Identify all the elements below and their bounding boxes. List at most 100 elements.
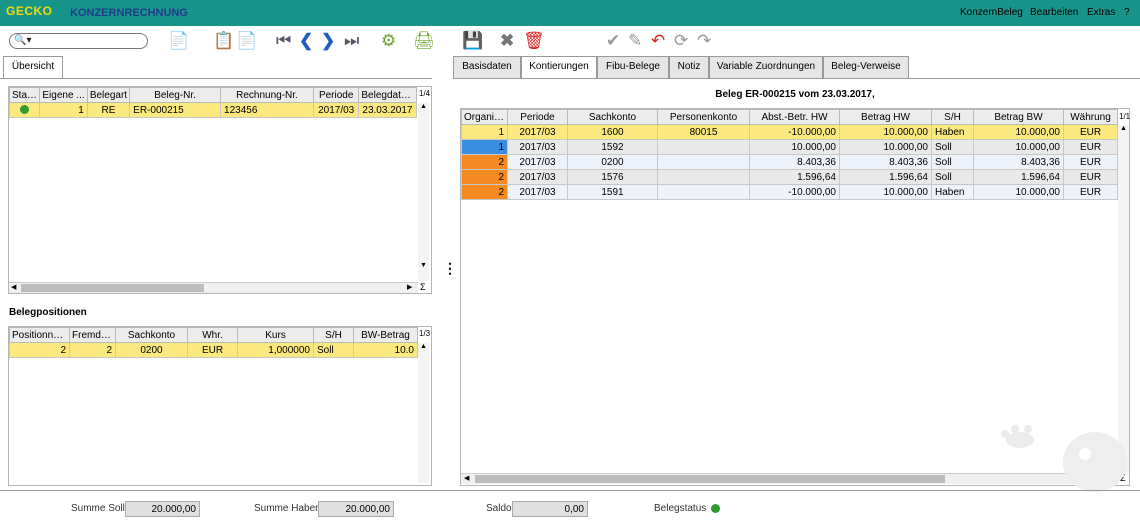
- col-fremde[interactable]: Fremde ...: [69, 327, 116, 343]
- belegstatus-icon: [711, 504, 720, 513]
- tab-beleg-verweise[interactable]: Beleg-Verweise: [823, 56, 909, 78]
- tab-basisdaten[interactable]: Basisdaten: [453, 56, 521, 78]
- menu-konzernbeleg[interactable]: KonzernBeleg: [960, 7, 1023, 18]
- overview-vscroll[interactable]: ▲ ▼: [418, 103, 429, 281]
- cancel-icon[interactable]: ✖: [500, 31, 514, 51]
- edit-icon[interactable]: ✎: [628, 31, 642, 51]
- col-sachkonto[interactable]: Sachkonto: [567, 109, 658, 125]
- kurs-cell: 1,000000: [237, 342, 314, 358]
- col-eigene[interactable]: Eigene ...: [39, 87, 88, 103]
- previous-record-icon[interactable]: ❮: [299, 31, 313, 51]
- print-icon[interactable]: 🖨: [413, 31, 435, 51]
- scroll-thumb[interactable]: [21, 284, 204, 292]
- col-status[interactable]: Status: [8, 87, 41, 103]
- org-cell: 1: [461, 124, 508, 140]
- last-record-icon[interactable]: ⏭: [344, 31, 359, 51]
- sachkonto-cell: 0200: [115, 342, 188, 358]
- tab-kontierungen[interactable]: Kontierungen: [521, 56, 597, 79]
- table-row[interactable]: 2 2 0200 EUR 1,000000 Soll 10.0: [9, 342, 418, 358]
- periode-cell: 2017/03: [312, 102, 360, 118]
- sh-cell: Haben: [931, 124, 974, 140]
- summe-soll-label: Summe Soll: [71, 503, 125, 514]
- col-positionnummer[interactable]: Positionnu...: [9, 327, 70, 343]
- betrag-hw-cell: 10.000,00: [839, 184, 932, 200]
- kontierung-table: Organis... Periode Sachkonto Personenkon…: [461, 109, 1118, 200]
- summe-haben-field: 20.000,00: [318, 501, 394, 517]
- tab-notiz[interactable]: Notiz: [669, 56, 709, 78]
- col-abst-betr-hw[interactable]: Abst.-Betr. HW: [749, 109, 840, 125]
- betrag-hw-cell: 8.403,36: [839, 154, 932, 170]
- sachkonto-cell: 0200: [567, 154, 658, 170]
- table-row[interactable]: 1 RE ER-000215 123456 2017/03 23.03.2017: [8, 102, 417, 118]
- table-row[interactable]: 2 2017/03 1591 -10.000,00 10.000,00 Habe…: [461, 184, 1118, 200]
- personenkonto-cell: [657, 154, 750, 170]
- col-beleg-nr[interactable]: Beleg-Nr.: [129, 87, 222, 103]
- fremde-cell: 2: [69, 342, 116, 358]
- copy-icon[interactable]: 📋: [213, 31, 234, 51]
- redo-icon[interactable]: ↷: [697, 31, 711, 51]
- sh-cell: Soll: [931, 139, 974, 155]
- tab-divider: [0, 78, 432, 79]
- col-rechnung-nr[interactable]: Rechnung-Nr.: [220, 87, 314, 103]
- splitter-handle[interactable]: ⋮: [443, 261, 457, 285]
- periode-cell: 2017/03: [507, 169, 568, 185]
- col-waehrung[interactable]: Währung: [1063, 109, 1118, 125]
- menu-extras[interactable]: Extras: [1087, 7, 1115, 18]
- tab-fibu-belege[interactable]: Fibu-Belege: [597, 56, 669, 78]
- saldo-field: 0,00: [512, 501, 588, 517]
- personenkonto-cell: [657, 184, 750, 200]
- col-periode[interactable]: Periode: [312, 87, 360, 103]
- col-sachkonto[interactable]: Sachkonto: [115, 327, 188, 343]
- tab-uebersicht[interactable]: Übersicht: [3, 56, 63, 79]
- first-record-icon[interactable]: ⏮: [276, 31, 291, 51]
- waehrung-cell: EUR: [1063, 154, 1118, 170]
- table-row[interactable]: 2 2017/03 1576 1.596,64 1.596,64 Soll 1.…: [461, 169, 1118, 185]
- overview-hscroll[interactable]: ◀ ▶: [9, 282, 418, 293]
- menu-bearbeiten[interactable]: Bearbeiten: [1030, 7, 1078, 18]
- belegdatum-cell: 23.03.2017: [358, 102, 417, 118]
- tab-variable-zuordnungen[interactable]: Variable Zuordnungen: [709, 56, 823, 78]
- refresh-icon[interactable]: ⟳: [674, 31, 688, 51]
- betrag-hw-cell: 1.596,64: [839, 169, 932, 185]
- sh-cell: Haben: [931, 184, 974, 200]
- betrag-bw-cell: 10.000,00: [973, 184, 1064, 200]
- periode-cell: 2017/03: [507, 154, 568, 170]
- table-row[interactable]: 1 2017/03 1600 80015 -10.000,00 10.000,0…: [461, 124, 1118, 140]
- col-bw-betrag[interactable]: BW-Betrag: [353, 327, 418, 343]
- undo-icon[interactable]: ↶: [651, 31, 665, 51]
- new-document-icon[interactable]: 📄: [168, 31, 189, 51]
- col-sh[interactable]: S/H: [313, 327, 354, 343]
- periode-cell: 2017/03: [507, 184, 568, 200]
- table-row[interactable]: 1 2017/03 1592 10.000,00 10.000,00 Soll …: [461, 139, 1118, 155]
- col-organisation[interactable]: Organis...: [461, 109, 508, 125]
- status-green-icon: [20, 105, 30, 115]
- save-icon[interactable]: 💾: [462, 31, 483, 51]
- col-betrag-hw[interactable]: Betrag HW: [839, 109, 932, 125]
- sachkonto-cell: 1600: [567, 124, 658, 140]
- next-record-icon[interactable]: ❯: [321, 31, 335, 51]
- check-icon[interactable]: ✔: [606, 31, 620, 51]
- overview-sigma[interactable]: Σ: [420, 282, 426, 292]
- col-betrag-bw[interactable]: Betrag BW: [973, 109, 1064, 125]
- table-row[interactable]: 2 2017/03 0200 8.403,36 8.403,36 Soll 8.…: [461, 154, 1118, 170]
- col-whr[interactable]: Whr.: [187, 327, 238, 343]
- delete-icon[interactable]: 🗑: [523, 31, 545, 51]
- abst-cell: 10.000,00: [749, 139, 840, 155]
- betrag-hw-cell: 10.000,00: [839, 139, 932, 155]
- paste-icon[interactable]: 📄: [236, 31, 257, 51]
- col-kurs[interactable]: Kurs: [237, 327, 314, 343]
- menu-help[interactable]: ?: [1124, 7, 1130, 18]
- betrag-bw-cell: 10.000,00: [973, 124, 1064, 140]
- col-belegdatum[interactable]: Belegdatum: [358, 87, 417, 103]
- whr-cell: EUR: [187, 342, 238, 358]
- abst-cell: -10.000,00: [749, 124, 840, 140]
- col-sh[interactable]: S/H: [931, 109, 974, 125]
- gear-icon[interactable]: ⚙: [381, 31, 396, 51]
- col-belegart[interactable]: Belegart: [86, 87, 131, 103]
- col-periode[interactable]: Periode: [507, 109, 568, 125]
- personenkonto-cell: [657, 139, 750, 155]
- scroll-thumb[interactable]: [475, 475, 945, 483]
- search-input[interactable]: 🔍▾: [9, 33, 148, 49]
- positions-vscroll[interactable]: ▲: [418, 343, 429, 483]
- col-personenkonto[interactable]: Personenkonto: [657, 109, 750, 125]
